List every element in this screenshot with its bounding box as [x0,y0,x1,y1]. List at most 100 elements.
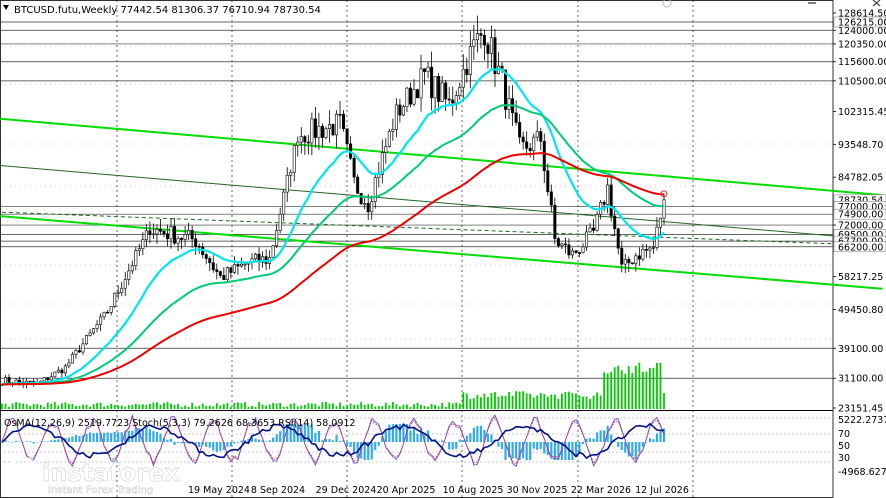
volume-bars [1,362,665,409]
close-icon[interactable] [662,0,881,8]
osma-bar [205,442,208,447]
candle-body [352,157,356,178]
volume-bar [212,406,215,409]
candle-body [197,245,201,248]
candle-body [190,230,194,240]
osma-bar [229,442,232,447]
volume-bar [78,405,81,409]
volume-bar [191,402,194,409]
volume-bar [25,404,28,409]
volume-bar [75,406,77,409]
osma-bar [648,438,652,442]
candle-body [592,227,596,231]
osma-bar [465,435,468,442]
volume-bar [127,405,130,409]
candle-body [577,252,581,254]
symbol-dropdown-icon[interactable] [3,5,9,10]
candle-body [405,87,409,107]
volume-bar [346,405,348,409]
volume-bar [99,402,102,409]
volume-bar [490,392,493,409]
volume-bar [631,372,634,409]
volume-bar [261,404,264,409]
candle-body [285,174,289,193]
volume-bar [409,406,412,409]
volume-bar [68,404,70,409]
volume-bar [244,402,246,409]
osma-bar [448,442,451,450]
volume-bar [310,403,313,409]
candle-body [134,250,138,267]
osma-bar [374,442,377,451]
volume-bar [92,404,95,409]
volume-bar [57,405,60,409]
osma-bar [29,441,32,442]
volume-bar [131,404,134,409]
osc-axis-label: 5222.2737 [838,415,886,426]
time-axis-label: 30 Nov 2025 [507,485,568,496]
candle-body [651,247,655,249]
osma-bar [370,442,373,460]
candle-body [278,213,282,231]
volume-bar [582,396,584,409]
volume-bar [413,404,415,409]
price-chart[interactable]: 128614.50124000.00120350.00115600.001105… [0,0,886,498]
candle-body [549,191,553,206]
volume-bar [222,403,225,409]
price-axis-label: 102315.45 [838,107,886,118]
candle-body [504,69,508,110]
volume-bar [529,393,532,409]
volume-bar [307,403,310,409]
candle-body [479,33,483,36]
volume-bar [659,362,662,409]
candle-body [320,125,324,138]
volume-bar [596,392,598,409]
volume-bar [455,402,458,409]
volume-bar [138,404,141,409]
volume-bar [546,396,549,409]
volume-bar [177,403,179,409]
candle-body [623,258,627,265]
candle-body [229,267,233,273]
volume-bar [649,367,651,409]
candle-body [465,68,469,75]
volume-bar [321,402,324,409]
volume-bar [518,391,521,409]
volume-bar [198,405,201,409]
volume-bar [163,402,165,409]
candle-body [166,233,170,240]
candle-body [74,350,78,355]
price-level-tag: 126215.00 [833,16,886,28]
osma-bar [384,430,387,442]
candle-body [440,82,444,102]
volume-bar [448,402,451,409]
volume-bar [613,367,616,409]
candle-body [472,39,476,47]
candle-body [416,89,420,99]
volume-bar [258,402,260,409]
osma-bar [353,442,356,454]
candle-body [458,87,462,96]
volume-bar [32,403,35,409]
candle-body [588,227,592,233]
volume-bar [575,393,577,409]
osma-bar [314,432,317,442]
candle-body [634,255,638,264]
osma-bar [634,442,637,460]
volume-bar [247,406,250,409]
osma-bar [328,439,331,442]
volume-bar [384,402,387,409]
osma-bar [652,439,655,442]
osma-bar [7,441,11,443]
volume-bar [585,396,588,409]
candle-body [423,68,427,72]
candle-body [401,106,405,116]
volume-bar [522,391,525,409]
candle-body [408,87,412,105]
price-axis-label: 31100.00 [838,374,883,385]
volume-bar [339,402,341,409]
volume-bar [367,404,370,409]
candle-body [158,229,162,232]
osma-bar [279,431,282,442]
osma-bar [620,442,623,451]
